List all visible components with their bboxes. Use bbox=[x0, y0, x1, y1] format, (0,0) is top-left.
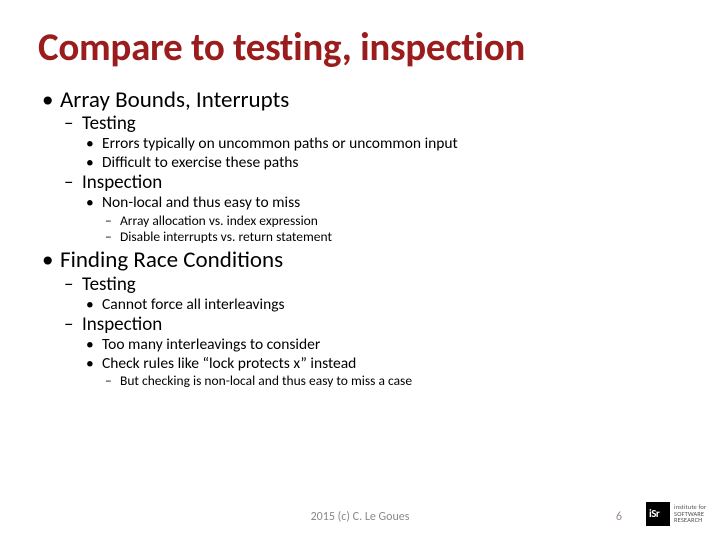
bullet-difficult-exercise: Difficult to exercise these paths bbox=[82, 154, 682, 173]
bullet-text: Check rules like “lock protects x” inste… bbox=[102, 354, 356, 373]
bullet-cannot-force: Cannot force all interleavings bbox=[82, 296, 682, 315]
bullet-text: Non-local and thus easy to miss bbox=[102, 193, 300, 212]
bullet-check-rules: Check rules like “lock protects x” inste… bbox=[82, 355, 682, 390]
bullet-text: Errors typically on uncommon paths or un… bbox=[102, 134, 458, 153]
bullet-text: Cannot force all interleavings bbox=[102, 295, 285, 314]
bullet-text: Too many interleavings to consider bbox=[102, 335, 320, 354]
bullet-too-many: Too many interleavings to consider bbox=[82, 336, 682, 355]
footer-page-number: 6 bbox=[616, 510, 622, 524]
content-list: Array Bounds, Interrupts Testing Errors … bbox=[38, 87, 682, 389]
bullet-text: Testing bbox=[82, 112, 136, 135]
bullet-array-alloc: Array allocation vs. index expression bbox=[102, 213, 682, 229]
bullet-inspection-1: Inspection Non-local and thus easy to mi… bbox=[60, 172, 682, 245]
bullet-disable-interrupts: Disable interrupts vs. return statement bbox=[102, 229, 682, 245]
bullet-array-bounds: Array Bounds, Interrupts Testing Errors … bbox=[38, 87, 682, 245]
bullet-text: Disable interrupts vs. return statement bbox=[120, 228, 332, 245]
bullet-testing-1: Testing Errors typically on uncommon pat… bbox=[60, 113, 682, 172]
bullet-inspection-2: Inspection Too many interleavings to con… bbox=[60, 314, 682, 389]
slide-footer: 2015 (c) C. Le Goues 6 bbox=[0, 510, 720, 524]
slide: Compare to testing, inspection Array Bou… bbox=[0, 0, 720, 540]
bullet-text: Inspection bbox=[82, 171, 162, 194]
isr-logo: institute for SOFTWARE RESEARCH bbox=[646, 498, 708, 530]
bullet-text: Testing bbox=[82, 273, 136, 296]
logo-line: RESEARCH bbox=[674, 517, 706, 524]
isr-logo-mark bbox=[646, 502, 670, 526]
bullet-race-conditions: Finding Race Conditions Testing Cannot f… bbox=[38, 247, 682, 389]
bullet-text: Array Bounds, Interrupts bbox=[60, 86, 289, 114]
bullet-text: Difficult to exercise these paths bbox=[102, 153, 299, 172]
bullet-text: Array allocation vs. index expression bbox=[120, 212, 318, 229]
bullet-testing-2: Testing Cannot force all interleavings bbox=[60, 274, 682, 314]
bullet-text: Finding Race Conditions bbox=[60, 246, 283, 274]
bullet-errors-uncommon: Errors typically on uncommon paths or un… bbox=[82, 135, 682, 154]
slide-title: Compare to testing, inspection bbox=[38, 28, 682, 69]
footer-copyright: 2015 (c) C. Le Goues bbox=[311, 510, 410, 524]
bullet-text: Inspection bbox=[82, 313, 162, 336]
bullet-text: But checking is non-local and thus easy … bbox=[120, 372, 412, 389]
isr-logo-text: institute for SOFTWARE RESEARCH bbox=[674, 504, 706, 524]
bullet-but-checking: But checking is non-local and thus easy … bbox=[102, 373, 682, 389]
bullet-nonlocal-miss: Non-local and thus easy to miss Array al… bbox=[82, 194, 682, 245]
